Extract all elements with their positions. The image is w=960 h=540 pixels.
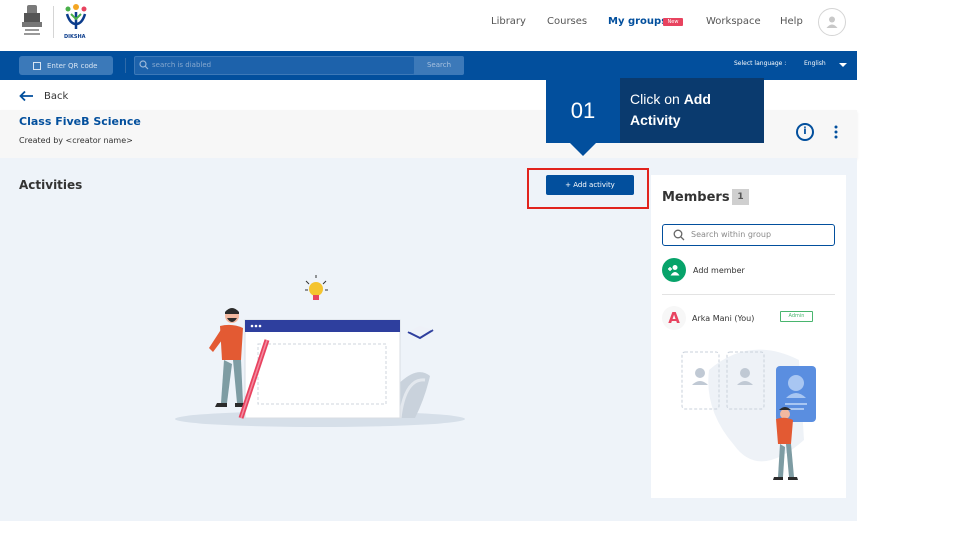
callout-pointer — [570, 143, 596, 156]
nav-courses[interactable]: Courses — [547, 16, 587, 27]
chevron-down-icon[interactable] — [839, 63, 847, 67]
header-divider — [53, 6, 54, 38]
member-name: Arka Mani (You) — [692, 313, 755, 323]
arrow-left-icon — [19, 90, 33, 102]
search-input[interactable]: search is diabled — [134, 56, 415, 75]
member-avatar: A — [662, 306, 686, 330]
top-header: DIKSHA Library Courses My groups New Wor… — [0, 0, 857, 51]
more-options-icon[interactable] — [834, 125, 838, 139]
group-creator: Created by <creator name> — [19, 136, 133, 145]
member-search-placeholder: Search within group — [691, 230, 772, 239]
user-icon — [826, 16, 838, 28]
callout-text: Click on Add Activity — [620, 78, 764, 143]
callout-text-prefix: Click on — [630, 91, 684, 107]
profile-avatar[interactable] — [818, 8, 846, 36]
empty-state-illustration — [175, 275, 465, 427]
search-icon — [673, 229, 685, 241]
language-label: Select language : — [734, 60, 787, 67]
search-placeholder: search is diabled — [152, 61, 212, 69]
new-badge: New — [663, 18, 683, 26]
info-icon[interactable]: i — [796, 123, 814, 141]
member-list-item[interactable]: A Arka Mani (You) — [662, 306, 754, 330]
nav-library[interactable]: Library — [491, 16, 526, 27]
nav-my-groups[interactable]: My groups — [608, 16, 667, 27]
diksha-logo-icon[interactable] — [62, 2, 90, 30]
nav-workspace[interactable]: Workspace — [706, 16, 761, 27]
search-icon — [139, 60, 149, 70]
highlight-box — [527, 168, 649, 209]
qr-button-label: Enter QR code — [47, 61, 98, 70]
back-link[interactable]: Back — [19, 90, 68, 102]
add-member-label: Add member — [693, 265, 745, 275]
members-illustration — [681, 349, 816, 480]
search-button[interactable]: Search — [414, 56, 464, 75]
members-divider — [662, 294, 835, 295]
app-root: DIKSHA Library Courses My groups New Wor… — [0, 0, 960, 540]
group-title: Class FiveB Science — [19, 115, 141, 128]
search-toolbar: Enter QR code search is diabled Search S… — [0, 51, 857, 80]
members-title: Members — [662, 190, 730, 205]
member-search-input[interactable]: Search within group — [662, 224, 835, 246]
back-label: Back — [44, 90, 69, 102]
national-emblem-icon — [22, 5, 42, 35]
add-member-button[interactable]: Add member — [662, 258, 745, 282]
qr-code-button[interactable]: Enter QR code — [19, 56, 113, 75]
callout-step-number: 01 — [546, 78, 620, 143]
activities-title: Activities — [19, 178, 83, 192]
members-panel: Members 1 Search within group Add member… — [651, 175, 846, 498]
nav-help[interactable]: Help — [780, 16, 803, 27]
admin-badge: Admin — [780, 311, 813, 322]
brand-name: DIKSHA — [64, 34, 86, 40]
language-select[interactable]: English — [804, 60, 826, 67]
members-count: 1 — [732, 189, 749, 205]
toolbar-divider — [125, 58, 126, 73]
qr-icon — [33, 61, 41, 70]
add-user-icon — [662, 258, 686, 282]
